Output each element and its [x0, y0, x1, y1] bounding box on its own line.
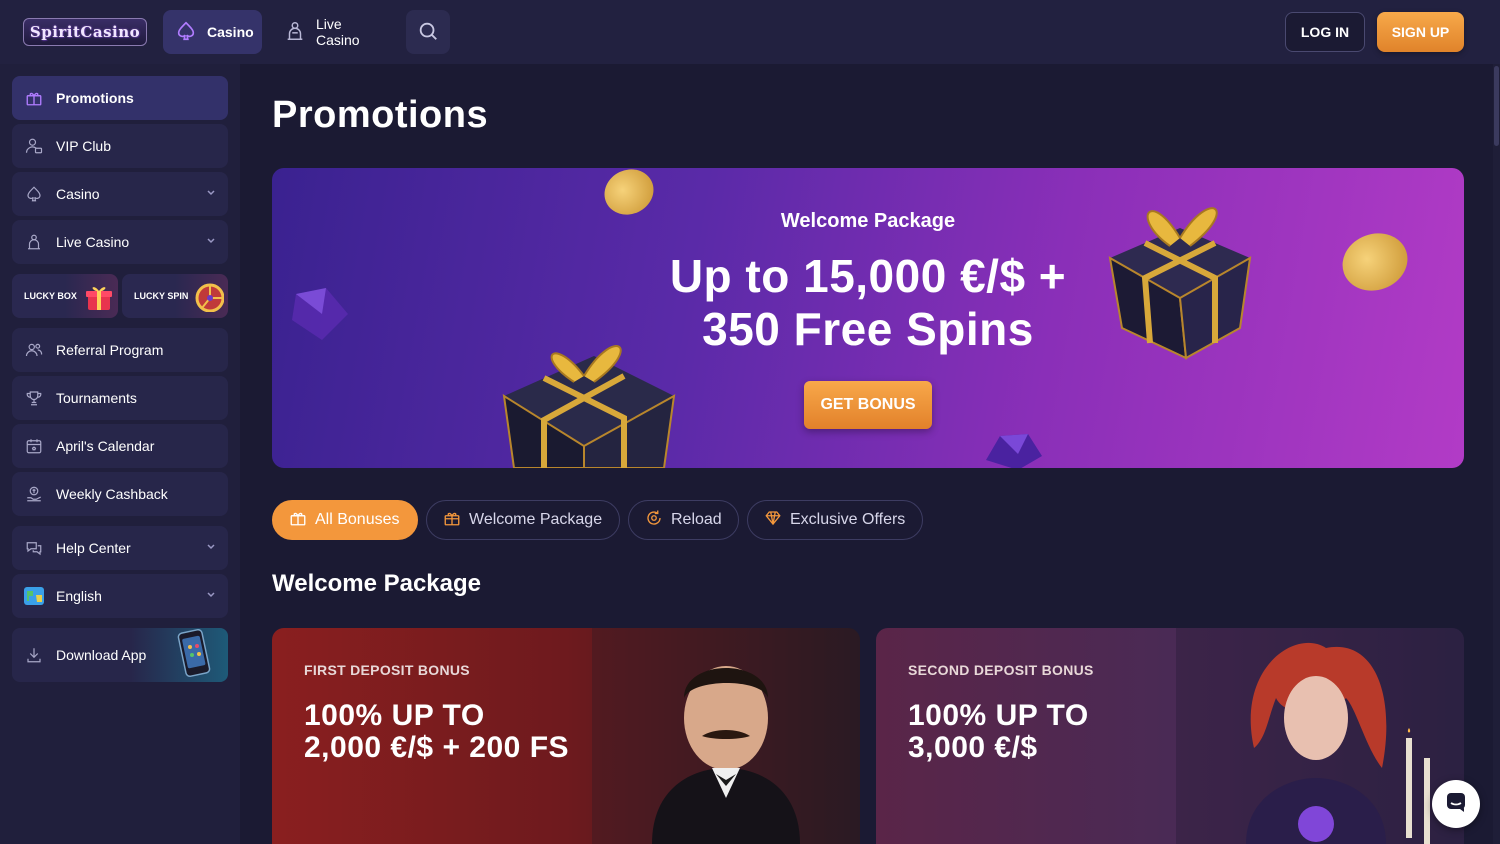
nav-casino-label: Casino [207, 24, 254, 40]
lucky-spin-button[interactable]: LUCKY SPIN [122, 274, 228, 318]
login-button[interactable]: LOG IN [1285, 12, 1365, 52]
hero-title-line1: Up to 15,000 €/$ + [669, 250, 1067, 302]
promo-card-second-deposit[interactable]: SECOND DEPOSIT BONUS 100% UP TO 3,000 €/… [876, 628, 1464, 844]
globe-flag-icon [24, 586, 44, 606]
download-app-button[interactable]: Download App [12, 628, 228, 682]
chevron-down-icon [206, 542, 216, 555]
search-icon [417, 20, 439, 45]
gift-box-icon [443, 509, 461, 532]
signup-button[interactable]: SIGN UP [1377, 12, 1464, 52]
page-scrollbar[interactable] [1493, 64, 1500, 844]
chat-icon [1444, 790, 1468, 819]
phone-illustration-icon [172, 628, 216, 682]
sidebar-item-casino[interactable]: Casino [12, 172, 228, 216]
filter-label: Exclusive Offers [790, 511, 906, 528]
hero-title: Up to 15,000 €/$ + 350 Free Spins [272, 250, 1464, 356]
card-kicker: SECOND DEPOSIT BONUS [908, 662, 1094, 678]
nav-live-casino[interactable]: Live Casino [272, 10, 398, 54]
download-app-label: Download App [56, 647, 147, 663]
sidebar-item-aprils-calendar[interactable]: April's Calendar [12, 424, 228, 468]
filter-exclusive-offers[interactable]: Exclusive Offers [747, 500, 923, 540]
gift-icon [24, 88, 44, 108]
card-title-line1: 100% UP TO [304, 699, 485, 732]
live-chat-button[interactable] [1432, 780, 1480, 828]
spade-icon [24, 184, 44, 204]
dealer-icon [24, 232, 44, 252]
filter-reload[interactable]: Reload [628, 500, 739, 540]
sidebar-item-weekly-cashback[interactable]: Weekly Cashback [12, 472, 228, 516]
section-title-welcome-package: Welcome Package [272, 570, 482, 597]
lucky-box-label: LUCKY BOX [24, 291, 77, 301]
cashback-icon [24, 484, 44, 504]
sidebar: Promotions VIP Club Casino Live Casino L… [0, 64, 240, 844]
sidebar-item-label: Weekly Cashback [56, 486, 168, 502]
sidebar-item-label: Help Center [56, 540, 131, 556]
sidebar-item-label: English [56, 588, 102, 604]
filter-label: Reload [671, 511, 722, 528]
card-title-line2: 2,000 €/$ + 200 FS [304, 731, 570, 764]
sidebar-item-label: Tournaments [56, 390, 137, 406]
lucky-spin-wheel-icon [194, 282, 225, 313]
sidebar-item-vip-club[interactable]: VIP Club [12, 124, 228, 168]
dealer-icon [284, 20, 306, 45]
sidebar-item-label: Live Casino [56, 234, 130, 250]
sidebar-item-language[interactable]: English [12, 574, 228, 618]
diamond-icon [764, 509, 782, 532]
chevron-down-icon [206, 590, 216, 603]
sidebar-item-tournaments[interactable]: Tournaments [12, 376, 228, 420]
filter-welcome-package[interactable]: Welcome Package [426, 500, 620, 540]
hero-banner[interactable]: Welcome Package Up to 15,000 €/$ + 350 F… [272, 168, 1464, 468]
hero-title-line2: 350 Free Spins [702, 303, 1034, 355]
filter-all-bonuses[interactable]: All Bonuses [272, 500, 418, 540]
sidebar-item-label: Referral Program [56, 342, 164, 358]
filter-label: All Bonuses [315, 511, 400, 528]
logo-text: SpiritCasino [22, 18, 148, 46]
lucky-box-button[interactable]: LUCKY BOX [12, 274, 118, 318]
gentleman-illustration [592, 628, 860, 844]
sidebar-item-help-center[interactable]: Help Center [12, 526, 228, 570]
sidebar-item-label: April's Calendar [56, 438, 155, 454]
sidebar-item-referral-program[interactable]: Referral Program [12, 328, 228, 372]
chevron-down-icon [206, 236, 216, 249]
sidebar-item-label: VIP Club [56, 138, 111, 154]
search-button[interactable] [406, 10, 450, 54]
top-bar: SpiritCasino Casino Live Casino LOG IN S… [0, 0, 1500, 64]
card-title-line2: 3,000 €/$ [908, 731, 1038, 764]
chat-bubbles-icon [24, 538, 44, 558]
sidebar-item-label: Promotions [56, 90, 134, 106]
trophy-icon [24, 388, 44, 408]
gem-decoration [978, 430, 1048, 468]
sidebar-item-promotions[interactable]: Promotions [12, 76, 228, 120]
reload-icon [645, 509, 663, 532]
gift-icon [289, 509, 307, 532]
chevron-down-icon [206, 188, 216, 201]
promo-card-first-deposit[interactable]: FIRST DEPOSIT BONUS 100% UP TO 2,000 €/$… [272, 628, 860, 844]
site-logo[interactable]: SpiritCasino [22, 12, 148, 52]
witch-illustration [1176, 628, 1464, 844]
card-title: 100% UP TO 2,000 €/$ + 200 FS [304, 700, 569, 764]
download-icon [24, 645, 44, 665]
users-icon [24, 340, 44, 360]
lucky-box-gift-icon [84, 282, 114, 312]
vip-user-icon [24, 136, 44, 156]
hero-subtitle: Welcome Package [780, 210, 956, 232]
calendar-icon [24, 436, 44, 456]
page-scrollbar-thumb[interactable] [1494, 66, 1499, 146]
card-kicker: FIRST DEPOSIT BONUS [304, 662, 470, 678]
nav-casino[interactable]: Casino [163, 10, 262, 54]
get-bonus-button[interactable]: GET BONUS [804, 381, 932, 429]
sidebar-item-live-casino[interactable]: Live Casino [12, 220, 228, 264]
nav-live-label: Live Casino [316, 16, 360, 48]
page-title: Promotions [272, 94, 489, 136]
card-title-line1: 100% UP TO [908, 699, 1089, 732]
filter-label: Welcome Package [469, 511, 603, 528]
sidebar-item-label: Casino [56, 186, 100, 202]
lucky-spin-label: LUCKY SPIN [134, 291, 189, 301]
card-title: 100% UP TO 3,000 €/$ [908, 700, 1089, 764]
spade-icon [175, 20, 197, 45]
